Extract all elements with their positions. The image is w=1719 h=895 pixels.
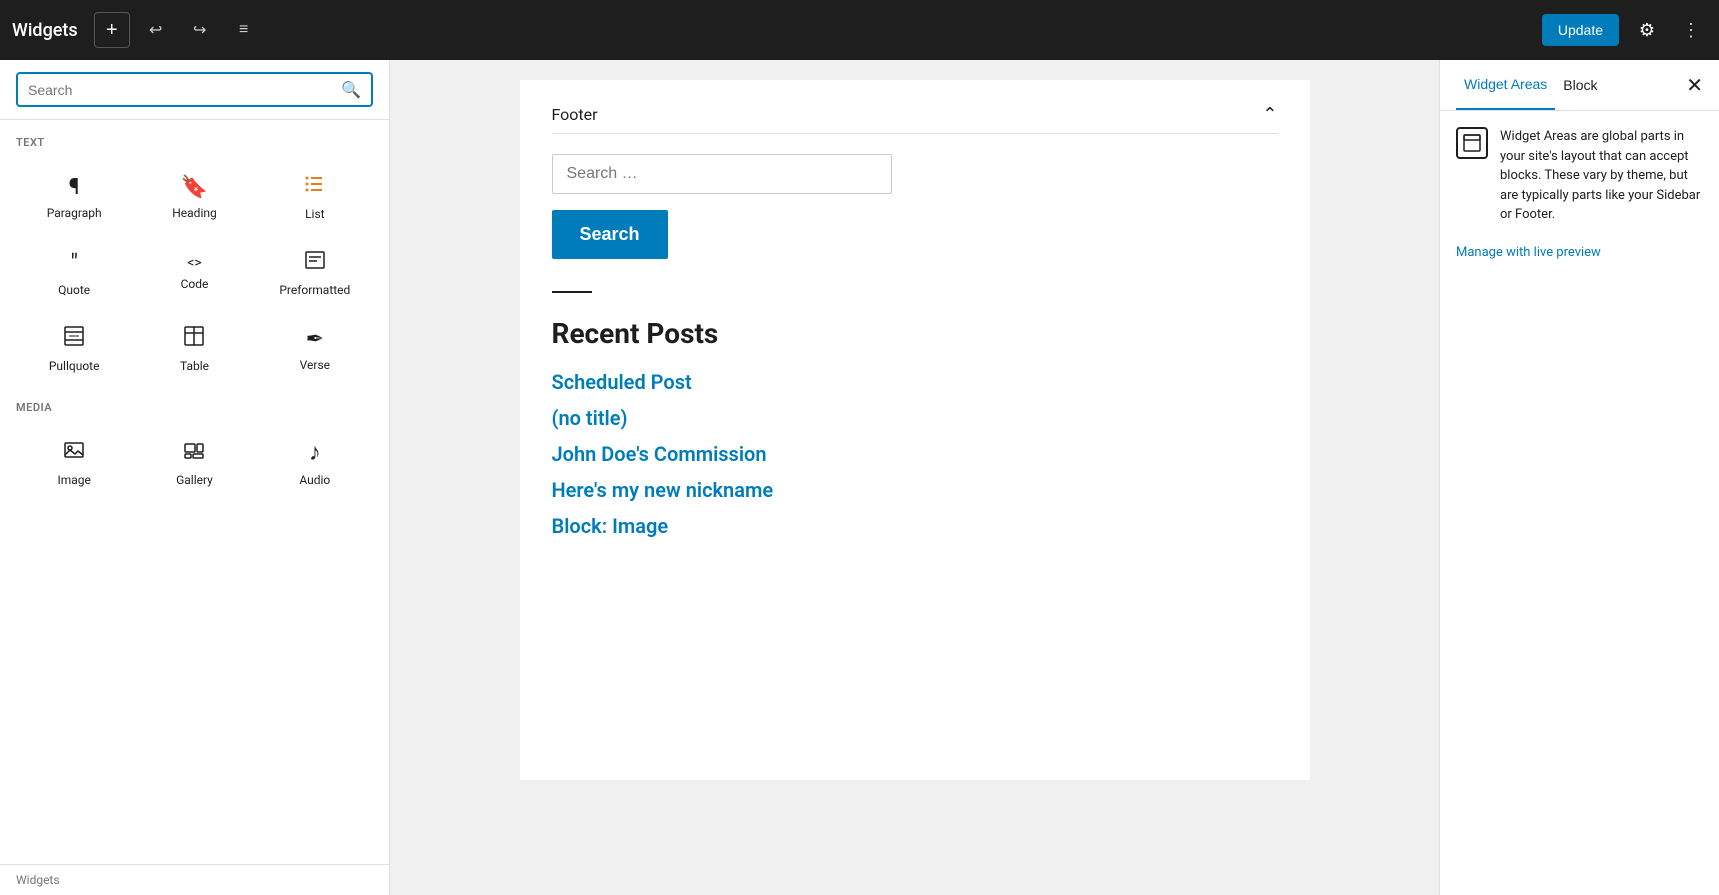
block-item-image[interactable]: Image [16, 426, 132, 499]
list-item: (no title) [552, 406, 1278, 430]
heading-icon: 🔖 [181, 175, 208, 200]
block-item-list[interactable]: List [257, 161, 373, 233]
block-item-verse[interactable]: ✒ Verse [257, 313, 373, 385]
code-icon: <> [187, 255, 201, 271]
redo-icon: ↪ [193, 20, 206, 40]
search-icon: 🔍 [341, 80, 361, 99]
list-icon: ≡ [239, 21, 248, 39]
widget-areas-description: Widget Areas are global parts in your si… [1500, 127, 1703, 225]
widget-areas-info: Widget Areas are global parts in your si… [1456, 127, 1703, 225]
manage-live-preview-link[interactable]: Manage with live preview [1456, 245, 1601, 260]
media-blocks-grid: Image Gallery ♪ [0, 418, 389, 507]
close-panel-button[interactable]: ✕ [1686, 73, 1703, 98]
block-item-gallery[interactable]: Gallery [136, 426, 252, 499]
list-item: Here's my new nickname [552, 478, 1278, 502]
right-panel-content: Widget Areas are global parts in your si… [1440, 111, 1719, 895]
paragraph-icon: ¶ [69, 175, 80, 200]
audio-label: Audio [299, 473, 330, 487]
block-item-preformatted[interactable]: Preformatted [257, 237, 373, 309]
list-item: Scheduled Post [552, 370, 1278, 394]
preformatted-icon [304, 249, 326, 277]
left-panel: 🔍 TEXT ¶ Paragraph 🔖 Heading [0, 60, 390, 895]
list-item: Block: Image [552, 514, 1278, 538]
verse-icon: ✒ [306, 327, 324, 352]
widget-search-button[interactable]: Search [552, 210, 668, 259]
block-item-code[interactable]: <> Code [136, 237, 252, 309]
post-link-4[interactable]: Block: Image [552, 514, 669, 538]
gallery-label: Gallery [176, 473, 213, 487]
add-block-button[interactable]: + [94, 12, 130, 48]
image-label: Image [57, 473, 90, 487]
post-link-0[interactable]: Scheduled Post [552, 370, 692, 394]
post-link-2[interactable]: John Doe's Commission [552, 442, 767, 466]
undo-button[interactable]: ↩ [138, 12, 174, 48]
list-label: List [305, 207, 325, 221]
search-input-wrap: 🔍 [16, 72, 373, 107]
paragraph-label: Paragraph [47, 206, 102, 220]
block-item-audio[interactable]: ♪ Audio [257, 426, 373, 499]
tab-widget-areas[interactable]: Widget Areas [1456, 60, 1555, 110]
pullquote-label: Pullquote [49, 359, 100, 373]
block-item-paragraph[interactable]: ¶ Paragraph [16, 161, 132, 233]
redo-button[interactable]: ↪ [182, 12, 218, 48]
status-bar: Widgets [0, 864, 389, 895]
post-link-3[interactable]: Here's my new nickname [552, 478, 774, 502]
more-options-button[interactable]: ⋮ [1675, 14, 1707, 46]
post-link-1[interactable]: (no title) [552, 406, 628, 430]
widget-search-input[interactable] [552, 154, 892, 194]
code-label: Code [181, 277, 209, 291]
widget-areas-icon [1456, 127, 1488, 159]
main-layout: 🔍 TEXT ¶ Paragraph 🔖 Heading [0, 60, 1719, 895]
block-item-table[interactable]: Table [136, 313, 252, 385]
blocks-content: TEXT ¶ Paragraph 🔖 Heading [0, 120, 389, 864]
recent-posts-list: Scheduled Post (no title) John Doe's Com… [552, 370, 1278, 538]
search-input[interactable] [28, 82, 341, 98]
update-button[interactable]: Update [1542, 14, 1619, 46]
list-icon [304, 173, 326, 201]
footer-block: Footer ⌃ Search Recent Posts Scheduled P… [520, 80, 1310, 780]
list-view-button[interactable]: ≡ [226, 12, 262, 48]
table-label: Table [180, 359, 209, 373]
block-search-bar: 🔍 [0, 60, 389, 120]
image-icon [63, 439, 85, 467]
app-title: Widgets [12, 20, 78, 41]
heading-label: Heading [172, 206, 217, 220]
quote-icon: " [70, 249, 78, 277]
recent-posts-title: Recent Posts [552, 317, 1278, 350]
tab-block[interactable]: Block [1555, 61, 1605, 109]
footer-title: Footer [552, 105, 598, 124]
footer-header: Footer ⌃ [552, 104, 1278, 134]
center-content: Footer ⌃ Search Recent Posts Scheduled P… [390, 60, 1439, 895]
block-item-quote[interactable]: " Quote [16, 237, 132, 309]
text-blocks-grid: ¶ Paragraph 🔖 Heading [0, 153, 389, 393]
right-panel-tabs: Widget Areas Block ✕ [1440, 60, 1719, 111]
gear-icon: ⚙ [1639, 20, 1655, 41]
table-icon [183, 325, 205, 353]
gallery-icon [183, 439, 205, 467]
footer-collapse-button[interactable]: ⌃ [1262, 104, 1277, 125]
preformatted-label: Preformatted [279, 283, 350, 297]
quote-label: Quote [58, 283, 90, 297]
verse-label: Verse [300, 358, 330, 372]
text-section-label: TEXT [0, 128, 389, 153]
media-section-label: MEDIA [0, 393, 389, 418]
audio-icon: ♪ [309, 438, 321, 467]
right-panel: Widget Areas Block ✕ Widget Areas are gl… [1439, 60, 1719, 895]
undo-icon: ↩ [149, 20, 162, 40]
list-item: John Doe's Commission [552, 442, 1278, 466]
more-icon: ⋮ [1682, 20, 1700, 41]
block-item-heading[interactable]: 🔖 Heading [136, 161, 252, 233]
topbar: Widgets + ↩ ↪ ≡ Update ⚙ ⋮ [0, 0, 1719, 60]
pullquote-icon [63, 325, 85, 353]
settings-button[interactable]: ⚙ [1627, 10, 1667, 50]
block-item-pullquote[interactable]: Pullquote [16, 313, 132, 385]
recent-posts-divider [552, 291, 592, 293]
status-label: Widgets [16, 873, 60, 887]
